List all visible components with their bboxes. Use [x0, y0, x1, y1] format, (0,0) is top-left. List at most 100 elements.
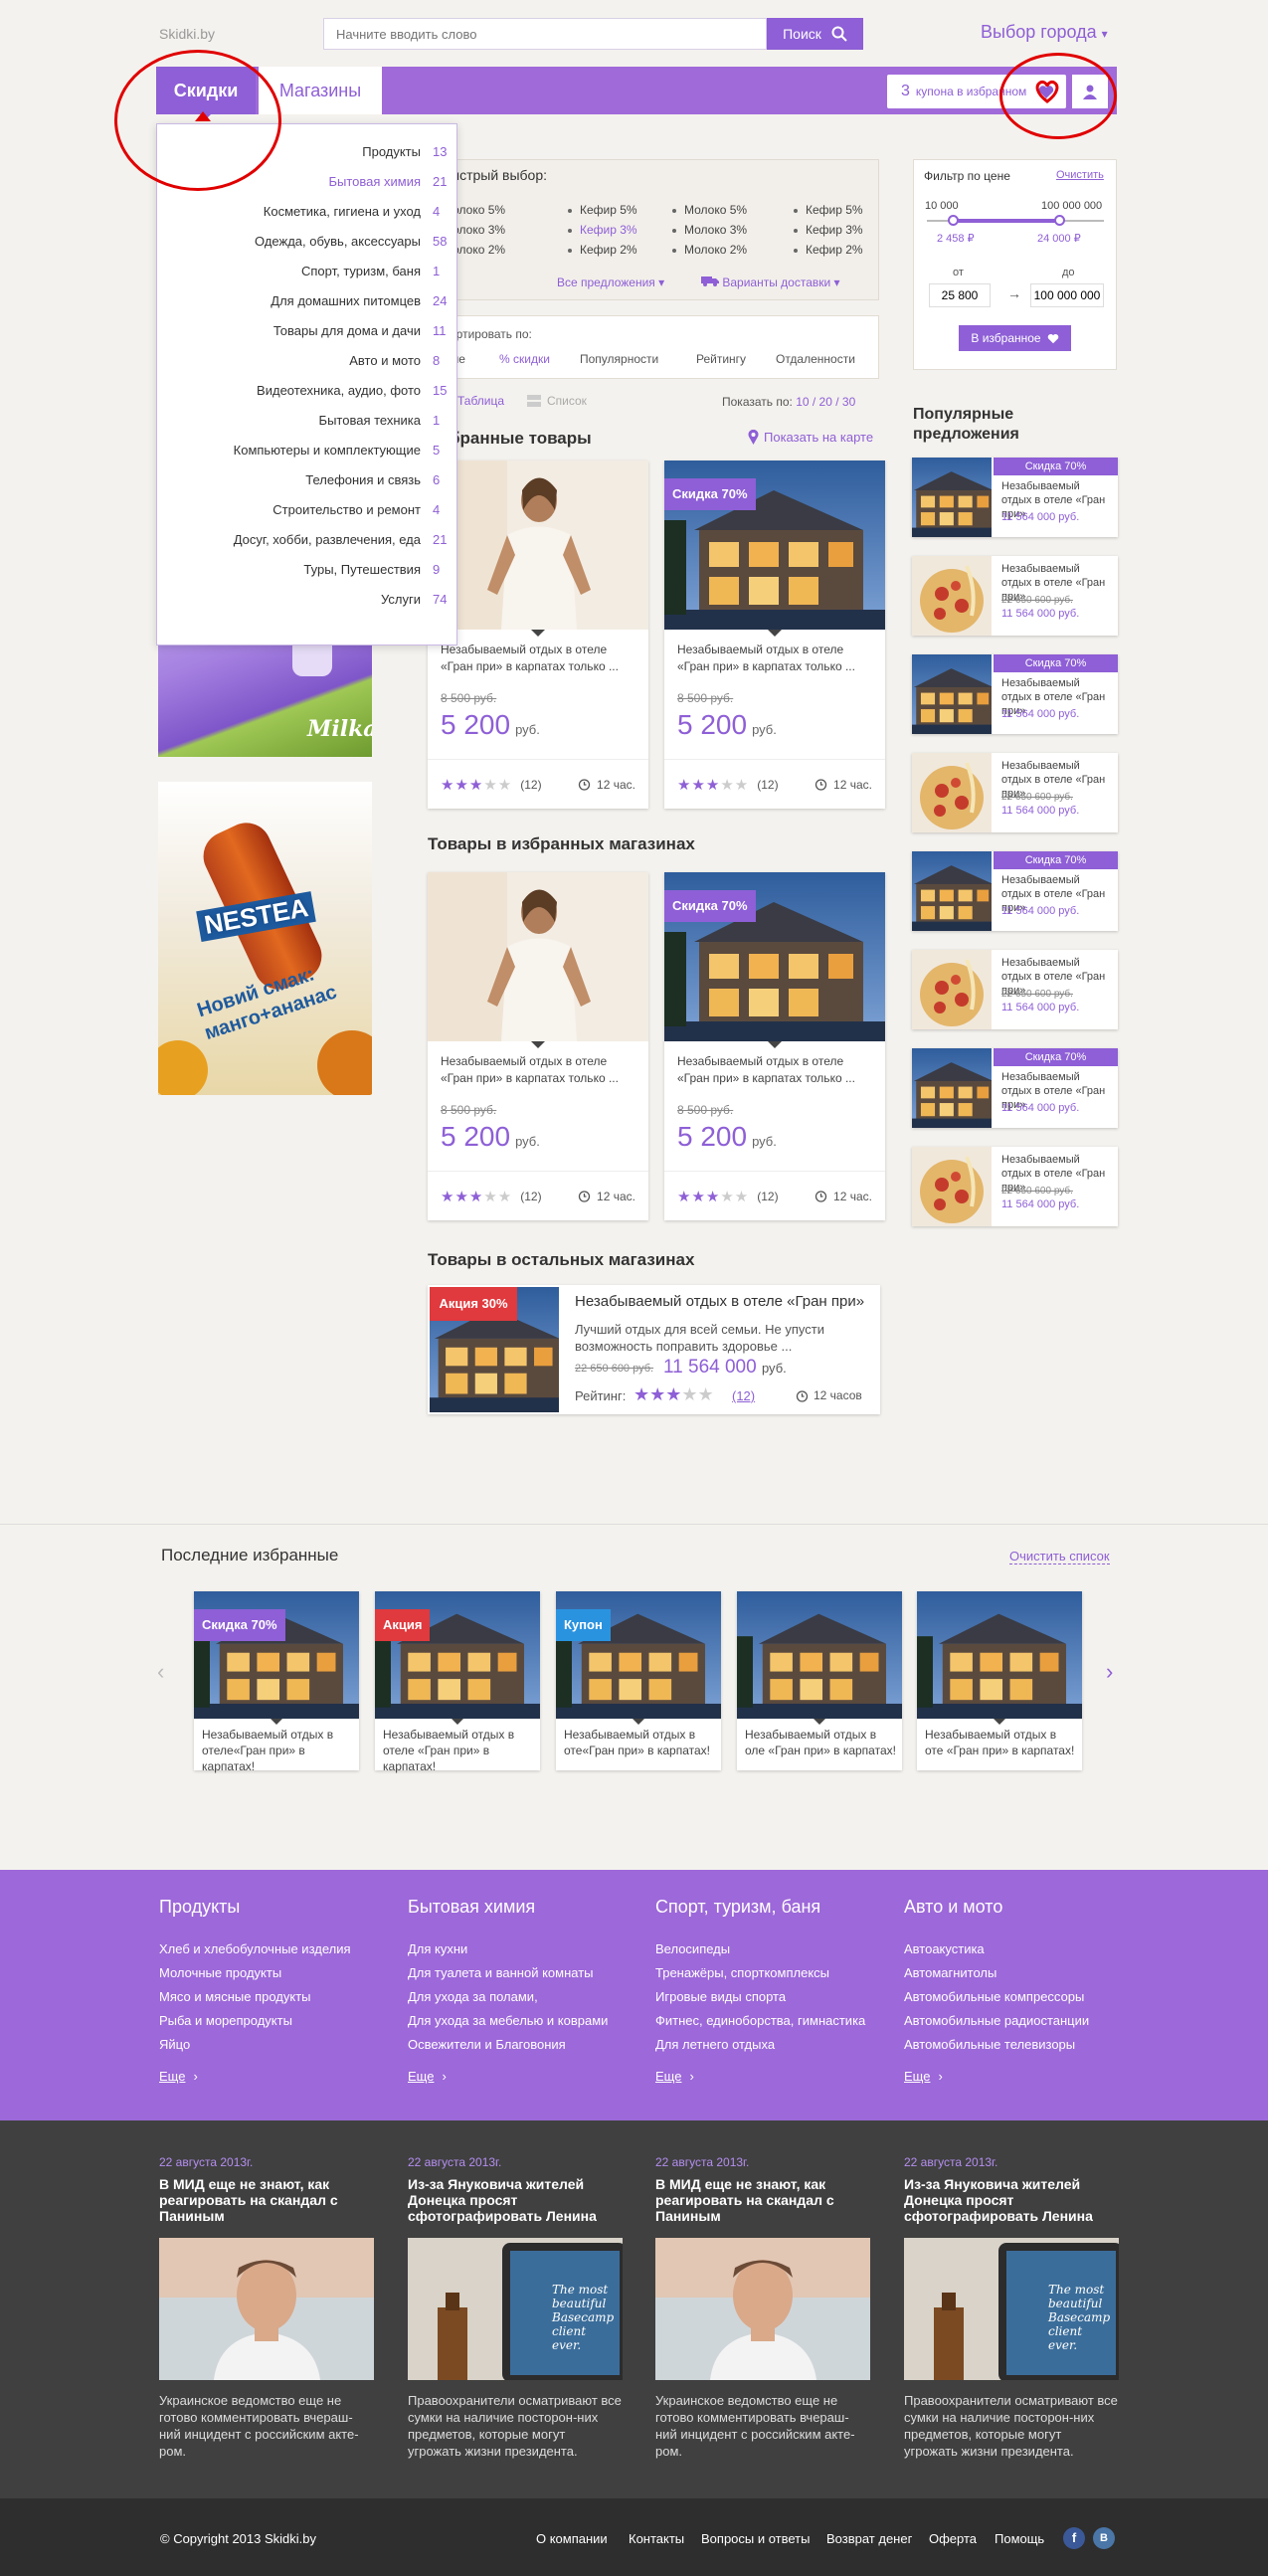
quick-select-item[interactable]: Молоко 5%	[672, 203, 747, 217]
city-select[interactable]: Выбор города ▾	[981, 22, 1108, 43]
bottom-link[interactable]: О компании	[536, 2531, 608, 2546]
footer-category-link[interactable]: Для кухни	[408, 1941, 467, 1956]
popular-item[interactable]: Скидка 70% Незабываемый отдых в отеле «Гр…	[912, 851, 1118, 931]
popular-item[interactable]: Незабываемый отдых в отеле «Гран при» 22 …	[912, 556, 1118, 636]
footer-category-link[interactable]: Для ухода за мебелью и коврами	[408, 2013, 608, 2028]
footer-category-link[interactable]: Молочные продукты	[159, 1965, 281, 1980]
all-offers-link[interactable]: Все предложения ▾	[557, 276, 664, 289]
footer-category-link[interactable]: Рыба и морепродукты	[159, 2013, 292, 2028]
category-item[interactable]: Бытовая химия 21	[158, 166, 456, 196]
category-item[interactable]: Строительство и ремонт 4	[158, 494, 456, 524]
category-item[interactable]: Косметика, гигиена и уход 4	[158, 196, 456, 226]
recent-item[interactable]: Акция Незабываемый отдых в отеле «Гран пр…	[375, 1591, 540, 1773]
footer-category-link[interactable]: Хлеб и хлебобулочные изделия	[159, 1941, 351, 1956]
footer-category-title[interactable]: Спорт, туризм, баня	[655, 1897, 820, 1918]
review-count[interactable]: (12)	[520, 1190, 541, 1203]
bottom-link[interactable]: Оферта	[929, 2531, 977, 2546]
category-item[interactable]: Для домашних питомцев 24	[158, 285, 456, 315]
footer-more-link[interactable]: Еще ›	[655, 2069, 694, 2084]
footer-category-link[interactable]: Автомагнитолы	[904, 1965, 996, 1980]
category-item[interactable]: Товары для дома и дачи 11	[158, 315, 456, 345]
product-card[interactable]: Скидка 70% Незабываемый отдых в отеле «Гр…	[664, 460, 885, 809]
quick-select-item[interactable]: Кефир 3%	[568, 223, 637, 237]
price-slider-handle-max[interactable]	[1054, 215, 1065, 226]
wide-product-reviews[interactable]: (12)	[732, 1388, 755, 1403]
price-from-input[interactable]	[929, 283, 991, 307]
popular-item[interactable]: Скидка 70% Незабываемый отдых в отеле «Гр…	[912, 1048, 1118, 1128]
product-card[interactable]: Незабываемый отдых в отеле «Гран при» в …	[428, 460, 648, 809]
quick-select-item[interactable]: Кефир 5%	[794, 203, 863, 217]
popular-item[interactable]: Незабываемый отдых в отеле «Гран при» 22 …	[912, 950, 1118, 1029]
category-item[interactable]: Одежда, обувь, аксессуары 58	[158, 226, 456, 256]
add-to-favorites-button[interactable]: В избранное	[959, 325, 1071, 351]
footer-category-link[interactable]: Для туалета и ванной комнаты	[408, 1965, 594, 1980]
user-button[interactable]	[1072, 75, 1108, 108]
category-item[interactable]: Досуг, хобби, развлечения, еда 21	[158, 524, 456, 554]
sort-option[interactable]: Популярности	[580, 352, 658, 366]
sort-option[interactable]: % скидки	[499, 352, 550, 366]
quick-select-item[interactable]: Молоко 3%	[672, 223, 747, 237]
clear-list-link[interactable]: Очистить список	[1009, 1549, 1110, 1564]
wide-product-card[interactable]: Акция 30% Незабываемый отдых в отеле «Гр…	[428, 1285, 880, 1414]
footer-category-link[interactable]: Мясо и мясные продукты	[159, 1989, 311, 2004]
price-filter-clear[interactable]: Очистить	[1056, 169, 1104, 181]
category-item[interactable]: Продукты 13	[158, 136, 456, 166]
footer-category-link[interactable]: Яйцо	[159, 2037, 190, 2052]
quick-select-item[interactable]: Кефир 2%	[794, 243, 863, 257]
bottom-link[interactable]: Помощь	[995, 2531, 1044, 2546]
footer-category-link[interactable]: Автомобильные телевизоры	[904, 2037, 1075, 2052]
footer-category-link[interactable]: Для летнего отдыха	[655, 2037, 775, 2052]
footer-more-link[interactable]: Еще ›	[904, 2069, 943, 2084]
sort-option[interactable]: Отдаленности	[776, 352, 855, 366]
price-slider-handle-min[interactable]	[948, 215, 959, 226]
carousel-next[interactable]: ›	[1106, 1659, 1113, 1685]
footer-category-link[interactable]: Освежители и Благовония	[408, 2037, 566, 2052]
popular-item[interactable]: Скидка 70% Незабываемый отдых в отеле «Гр…	[912, 458, 1118, 537]
category-item[interactable]: Компьютеры и комплектующие 5	[158, 435, 456, 464]
quick-select-item[interactable]: Кефир 2%	[568, 243, 637, 257]
delivery-options-link[interactable]: Варианты доставки ▾	[701, 276, 840, 289]
price-to-input[interactable]	[1030, 283, 1104, 307]
footer-category-link[interactable]: Автоакустика	[904, 1941, 985, 1956]
news-title[interactable]: Из-за Януковича жителей Донецка просят с…	[408, 2176, 625, 2224]
bottom-link[interactable]: Возврат денег	[826, 2531, 912, 2546]
footer-category-title[interactable]: Продукты	[159, 1897, 240, 1918]
recent-item[interactable]: Скидка 70% Незабываемый отдых в отеле«Гра…	[194, 1591, 359, 1773]
footer-category-link[interactable]: Тренажёры, спорткомплексы	[655, 1965, 829, 1980]
show-on-map-link[interactable]: Показать на карте	[748, 430, 873, 445]
news-title[interactable]: В МИД еще не знают, как реагировать на с…	[159, 2176, 376, 2224]
category-item[interactable]: Бытовая техника 1	[158, 405, 456, 435]
popular-item[interactable]: Незабываемый отдых в отеле «Гран при» 22 …	[912, 1147, 1118, 1226]
recent-item[interactable]: Незабываемый отдых в оте «Гран при» в ка…	[917, 1591, 1082, 1770]
ad-nestea[interactable]: NESTEA Новий смак: манго+ананас	[158, 782, 372, 1095]
vk-icon[interactable]: B	[1093, 2527, 1115, 2549]
category-item[interactable]: Видеотехника, аудио, фото 15	[158, 375, 456, 405]
footer-category-title[interactable]: Авто и мото	[904, 1897, 1002, 1918]
carousel-prev[interactable]: ‹	[157, 1659, 164, 1685]
sort-option[interactable]: Рейтингу	[696, 352, 746, 366]
page-size-selector[interactable]: Показать по: 10 / 20 / 30	[722, 395, 855, 409]
footer-category-link[interactable]: Велосипеды	[655, 1941, 730, 1956]
news-title[interactable]: Из-за Януковича жителей Донецка просят с…	[904, 2176, 1121, 2224]
search-input[interactable]	[323, 18, 767, 50]
logo[interactable]: Skidki.by	[159, 26, 215, 42]
bottom-link[interactable]: Контакты	[629, 2531, 684, 2546]
footer-more-link[interactable]: Еще ›	[408, 2069, 447, 2084]
category-item[interactable]: Услуги 74	[158, 584, 456, 614]
footer-category-link[interactable]: Автомобильные компрессоры	[904, 1989, 1084, 2004]
view-list-button[interactable]: Список	[527, 394, 587, 408]
product-card[interactable]: Незабываемый отдых в отеле «Гран при» в …	[428, 872, 648, 1220]
facebook-icon[interactable]: f	[1063, 2527, 1085, 2549]
category-item[interactable]: Спорт, туризм, баня 1	[158, 256, 456, 285]
recent-item[interactable]: Незабываемый отдых в оле «Гран при» в ка…	[737, 1591, 902, 1770]
category-item[interactable]: Авто и мото 8	[158, 345, 456, 375]
tab-shops[interactable]: Магазины	[259, 67, 382, 114]
footer-category-title[interactable]: Бытовая химия	[408, 1897, 535, 1918]
footer-category-link[interactable]: Фитнес, единоборства, гимнастика	[655, 2013, 865, 2028]
category-item[interactable]: Туры, Путешествия 9	[158, 554, 456, 584]
news-image[interactable]	[655, 2238, 870, 2380]
search-button[interactable]: Поиск	[767, 18, 863, 50]
tab-discounts[interactable]: Скидки	[156, 67, 256, 114]
footer-category-link[interactable]: Автомобильные радиостанции	[904, 2013, 1089, 2028]
recent-item[interactable]: Купон Незабываемый отдых в оте«Гран при» …	[556, 1591, 721, 1770]
